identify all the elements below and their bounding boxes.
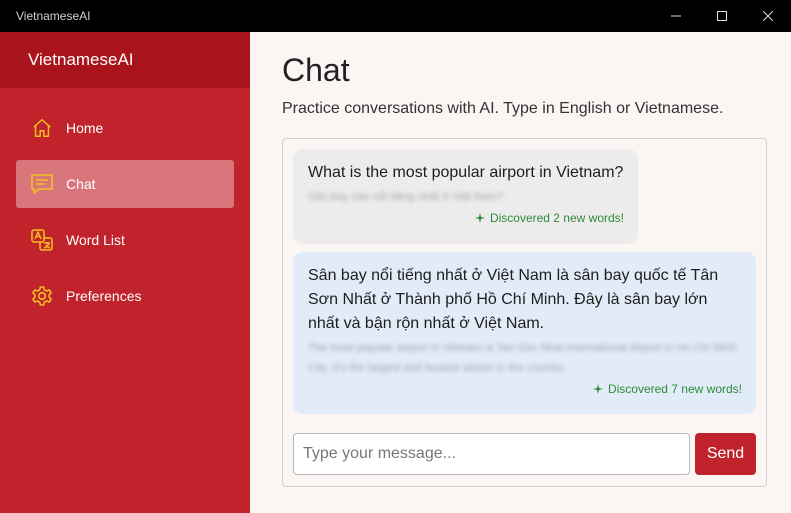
sidebar-item-word-list[interactable]: Word List [16, 216, 234, 264]
sidebar-item-preferences[interactable]: Preferences [16, 272, 234, 320]
sidebar: VietnameseAI Home Chat Word List Prefere… [0, 32, 250, 513]
message-translation[interactable]: Sân bay nào nổi tiếng nhất ở Việt Nam? [308, 187, 624, 207]
message-translation[interactable]: The most popular airport in Vietnam is T… [308, 338, 742, 378]
chat-panel: What is the most popular airport in Viet… [282, 138, 767, 487]
maximize-icon [717, 11, 727, 21]
discovered-words-label: Discovered 2 new words! [489, 211, 624, 225]
maximize-button[interactable] [699, 0, 745, 32]
page-subtitle: Practice conversations with AI. Type in … [282, 100, 724, 117]
home-icon [30, 116, 54, 140]
sparkle-icon [592, 384, 603, 394]
send-button[interactable]: Send [695, 433, 756, 475]
sidebar-item-label: Word List [66, 232, 125, 248]
sidebar-nav: Home Chat Word List Preferences [0, 88, 250, 320]
gear-icon [30, 284, 54, 308]
minimize-button[interactable] [653, 0, 699, 32]
message-text: What is the most popular airport in Viet… [308, 164, 624, 181]
page-title: Chat [282, 52, 350, 88]
sidebar-item-label: Home [66, 120, 104, 136]
main-content: Chat Practice conversations with AI. Typ… [250, 32, 791, 513]
close-icon [763, 11, 773, 21]
close-button[interactable] [745, 0, 791, 32]
discovered-words-label: Discovered 7 new words! [607, 382, 742, 396]
title-bar: VietnameseAI [0, 0, 791, 32]
sidebar-item-home[interactable]: Home [16, 104, 234, 152]
discovered-words-badge[interactable]: Discovered 7 new words! [592, 382, 742, 396]
sidebar-item-label: Preferences [66, 288, 142, 304]
sidebar-item-label: Chat [66, 176, 96, 192]
ai-message-bubble: Sân bay nổi tiếng nhất ở Việt Nam là sân… [293, 252, 756, 414]
chat-icon [30, 172, 54, 196]
discovered-words-badge[interactable]: Discovered 2 new words! [474, 211, 624, 225]
minimize-icon [671, 15, 681, 17]
translate-icon [30, 228, 54, 252]
message-text: Sân bay nổi tiếng nhất ở Việt Nam là sân… [308, 267, 719, 332]
window-title: VietnameseAI [16, 9, 91, 23]
sidebar-item-chat[interactable]: Chat [16, 160, 234, 208]
user-message-bubble: What is the most popular airport in Viet… [293, 149, 638, 244]
app-brand: VietnameseAI [0, 32, 250, 88]
message-input[interactable] [293, 433, 690, 475]
sparkle-icon [474, 213, 485, 223]
